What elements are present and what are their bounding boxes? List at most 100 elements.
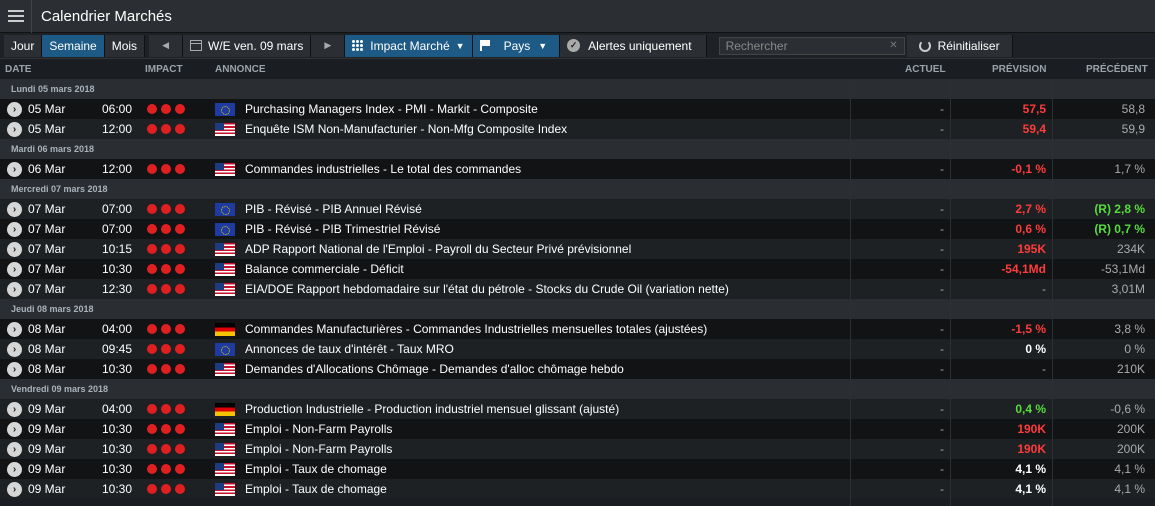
table-row[interactable]: › 09 Mar 10:30 Emploi - Non-Farm Payrolls - 1…: [0, 439, 1155, 459]
event-announcement[interactable]: Emploi - Non-Farm Payrolls: [245, 422, 392, 436]
event-announcement[interactable]: Annonces de taux d'intérêt - Taux MRO: [245, 342, 454, 356]
country-filter-dropdown[interactable]: Pays ▼: [472, 34, 561, 57]
table-row[interactable]: › 05 Mar 06:00 Purchasing Managers Index - …: [0, 99, 1155, 119]
event-announcement[interactable]: Purchasing Managers Index - PMI - Markit…: [245, 102, 538, 116]
column-header-date[interactable]: DATE: [5, 64, 31, 75]
expand-row-icon[interactable]: ›: [7, 361, 22, 377]
event-date: 07 Mar: [28, 282, 66, 296]
column-header-announcement[interactable]: ANNONCE: [215, 64, 266, 75]
event-time: 12:00: [101, 162, 132, 176]
table-row[interactable]: › 07 Mar 12:30 EIA/DOE Rapport hebdomadaire…: [0, 279, 1155, 299]
impact-high-indicator: [147, 244, 185, 254]
expand-row-icon[interactable]: ›: [7, 201, 22, 217]
period-week-button[interactable]: Semaine: [42, 34, 105, 57]
table-row[interactable]: › 09 Mar 04:00 Production Industrielle - Pr…: [0, 399, 1155, 419]
table-row[interactable]: › 06 Mar 12:00 Commandes industrielles - Le…: [0, 159, 1155, 179]
event-date: 07 Mar: [28, 222, 66, 236]
event-time: 09:45: [101, 342, 132, 356]
next-week-button[interactable]: ▶: [311, 34, 346, 57]
expand-row-icon[interactable]: ›: [7, 401, 22, 417]
impact-high-indicator: [147, 124, 185, 134]
expand-row-icon[interactable]: ›: [7, 241, 22, 257]
event-previous: 4,1 %: [1114, 482, 1145, 496]
expand-row-icon[interactable]: ›: [7, 481, 22, 497]
column-header-actual[interactable]: ACTUEL: [905, 64, 946, 75]
column-header-impact[interactable]: IMPACT: [145, 64, 183, 75]
country-flag-us-icon: [215, 482, 235, 496]
date-picker[interactable]: W/E ven. 09 mars: [182, 34, 312, 57]
expand-row-icon[interactable]: ›: [7, 421, 22, 437]
country-flag-eu-icon: [215, 202, 235, 216]
event-forecast: 195K: [1017, 242, 1046, 256]
event-announcement[interactable]: Production Industrielle - Production ind…: [245, 402, 619, 416]
clear-search-icon[interactable]: ✕: [889, 40, 897, 51]
reset-button[interactable]: Réinitialiser: [906, 34, 1013, 57]
event-date: 09 Mar: [28, 442, 66, 456]
refresh-icon: [918, 39, 931, 52]
event-announcement[interactable]: ADP Rapport National de l'Emploi - Payro…: [245, 242, 631, 256]
country-flag-us-icon: [215, 422, 235, 436]
expand-row-icon[interactable]: ›: [7, 281, 22, 297]
event-announcement[interactable]: Commandes industrielles - Le total des c…: [245, 162, 521, 176]
table-row[interactable]: › 05 Mar 12:00 Enquête ISM Non-Manufacturie…: [0, 119, 1155, 139]
expand-row-icon[interactable]: ›: [7, 161, 22, 177]
event-previous: 234K: [1116, 242, 1145, 256]
event-time: 04:00: [101, 402, 132, 416]
event-announcement[interactable]: PIB - Révisé - PIB Annuel Révisé: [245, 202, 422, 216]
menu-icon[interactable]: [0, 0, 32, 33]
country-flag-de-icon: [215, 402, 235, 416]
table-row[interactable]: › 07 Mar 07:00 PIB - Révisé - PIB Annuel Ré…: [0, 199, 1155, 219]
alerts-only-toggle[interactable]: ✓ Alertes uniquement: [560, 34, 707, 57]
event-forecast: -: [1042, 362, 1046, 376]
impact-filter-dropdown[interactable]: Impact Marché ▼: [345, 34, 473, 57]
event-previous: (R) 2,8 %: [1094, 202, 1145, 216]
table-row[interactable]: › 07 Mar 10:15 ADP Rapport National de l'Em…: [0, 239, 1155, 259]
column-header-forecast[interactable]: PRÉVISION: [992, 64, 1046, 75]
table-row[interactable]: › 08 Mar 04:00 Commandes Manufacturières - …: [0, 319, 1155, 339]
event-announcement[interactable]: EIA/DOE Rapport hebdomadaire sur l'état …: [245, 282, 729, 296]
country-flag-us-icon: [215, 122, 235, 136]
period-day-button[interactable]: Jour: [4, 34, 43, 57]
expand-row-icon[interactable]: ›: [7, 121, 22, 137]
expand-row-icon[interactable]: ›: [7, 261, 22, 277]
impact-filter-label: Impact Marché: [370, 38, 450, 53]
event-previous: -0,6 %: [1110, 402, 1145, 416]
expand-row-icon[interactable]: ›: [7, 321, 22, 337]
date-group-header: Jeudi 08 mars 2018: [0, 299, 1155, 319]
caret-down-icon: ▼: [538, 40, 548, 51]
event-announcement[interactable]: Emploi - Non-Farm Payrolls: [245, 442, 392, 456]
search-input[interactable]: Rechercher ✕: [718, 36, 905, 55]
table-row[interactable]: › 07 Mar 10:30 Balance commerciale - Défici…: [0, 259, 1155, 279]
event-time: 04:00: [101, 322, 132, 336]
expand-row-icon[interactable]: ›: [7, 221, 22, 237]
event-announcement[interactable]: Emploi - Taux de chomage: [245, 482, 387, 496]
country-flag-eu-icon: [215, 342, 235, 356]
event-date: 08 Mar: [28, 342, 66, 356]
event-date: 05 Mar: [28, 122, 66, 136]
period-month-button[interactable]: Mois: [104, 34, 146, 57]
column-header-previous[interactable]: PRÉCÉDENT: [1086, 64, 1148, 75]
table-row[interactable]: › 07 Mar 07:00 PIB - Révisé - PIB Trimestri…: [0, 219, 1155, 239]
event-date: 09 Mar: [28, 422, 66, 436]
table-row[interactable]: › 09 Mar 10:30 Emploi - Taux de chomage - 4,1…: [0, 459, 1155, 479]
event-announcement[interactable]: Demandes d'Allocations Chômage - Demande…: [245, 362, 624, 376]
event-announcement[interactable]: Commandes Manufacturières - Commandes In…: [245, 322, 707, 336]
table-row[interactable]: › 09 Mar 10:30 Emploi - Taux de chomage - 4,1…: [0, 479, 1155, 499]
table-row[interactable]: › 08 Mar 10:30 Demandes d'Allocations Chôma…: [0, 359, 1155, 379]
event-announcement[interactable]: PIB - Révisé - PIB Trimestriel Révisé: [245, 222, 440, 236]
previous-week-button[interactable]: ◀: [149, 34, 183, 57]
impact-high-indicator: [147, 484, 185, 494]
date-group-header: Lundi 05 mars 2018: [0, 79, 1155, 99]
event-announcement[interactable]: Emploi - Taux de chomage: [245, 462, 387, 476]
event-actual: -: [940, 462, 944, 476]
expand-row-icon[interactable]: ›: [7, 461, 22, 477]
event-announcement[interactable]: Balance commerciale - Déficit: [245, 262, 404, 276]
expand-row-icon[interactable]: ›: [7, 341, 22, 357]
event-announcement[interactable]: Enquête ISM Non-Manufacturier - Non-Mfg …: [245, 122, 567, 136]
table-row[interactable]: › 08 Mar 09:45 Annonces de taux d'intérêt -…: [0, 339, 1155, 359]
event-date: 06 Mar: [28, 162, 66, 176]
table-row[interactable]: › 09 Mar 10:30 Emploi - Non-Farm Payrolls - 1…: [0, 419, 1155, 439]
event-previous: -53,1Md: [1100, 262, 1145, 276]
expand-row-icon[interactable]: ›: [7, 441, 22, 457]
expand-row-icon[interactable]: ›: [7, 101, 22, 117]
